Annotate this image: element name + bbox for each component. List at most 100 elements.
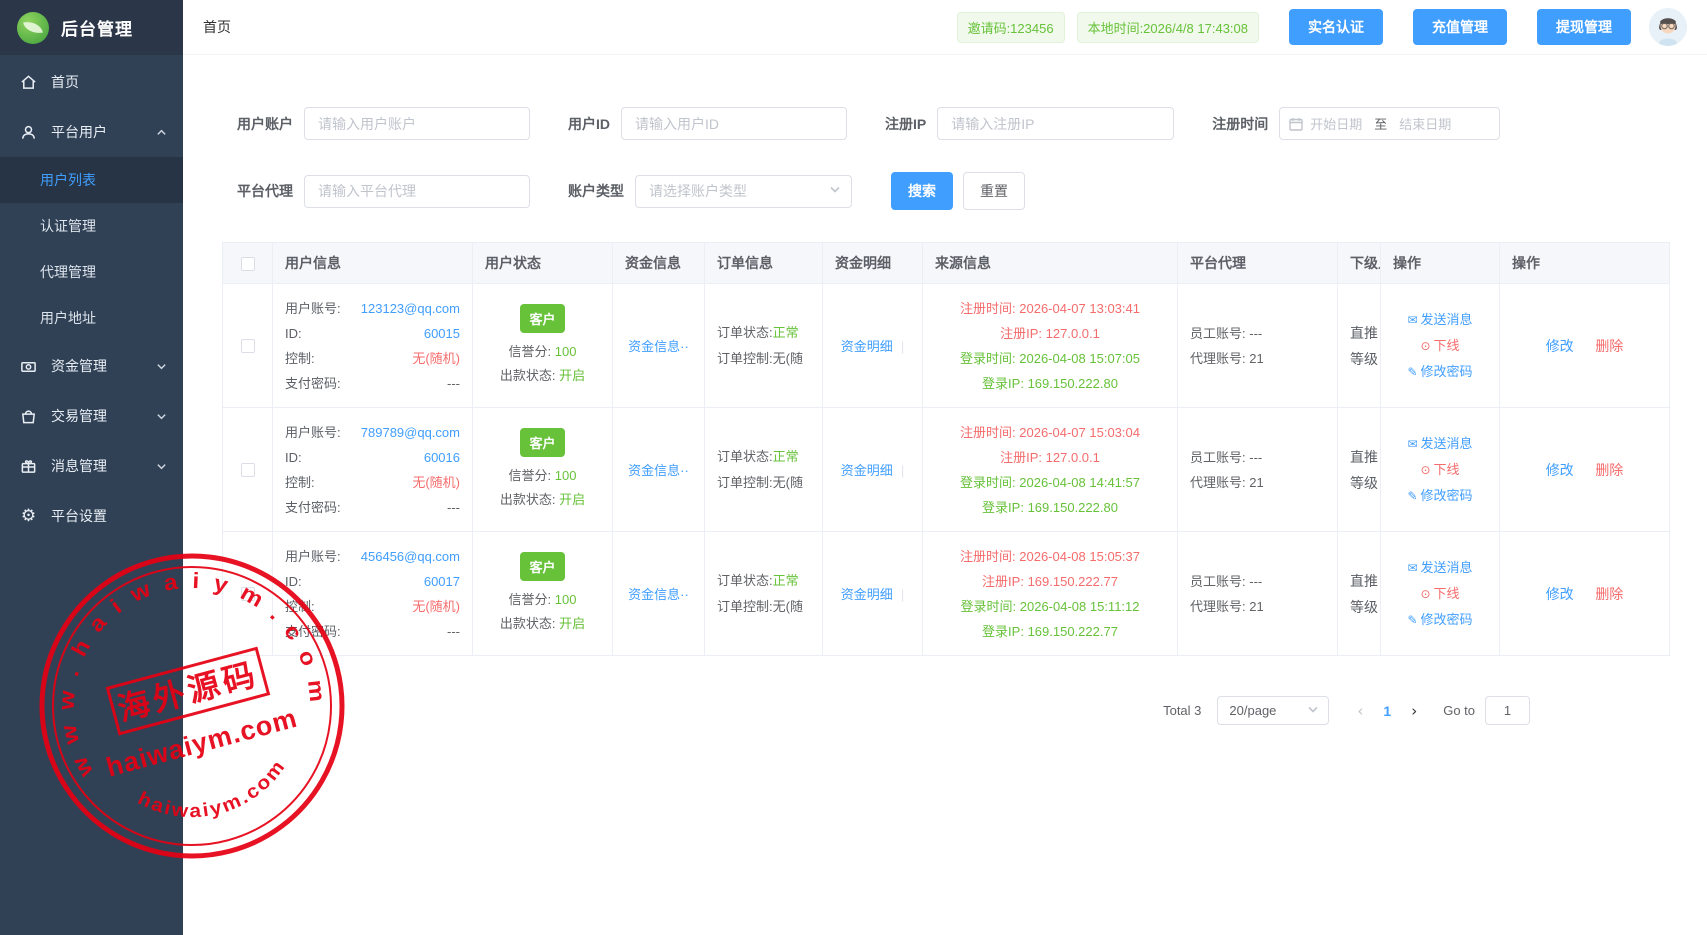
send-message-link[interactable]: ✉发送消息 — [1407, 436, 1472, 451]
fund-info-link[interactable]: 资金信息·· — [628, 587, 689, 602]
userid-input[interactable] — [621, 107, 847, 140]
home-icon — [20, 74, 37, 91]
prev-page-button[interactable]: ‹ — [1347, 702, 1373, 720]
platform-agent-label: 平台代理 — [237, 181, 293, 201]
edit-icon: ✎ — [1407, 365, 1417, 379]
offline-link[interactable]: ⊙下线 — [1420, 462, 1459, 477]
local-time-tag: 本地时间:2026/4/8 17:43:08 — [1077, 12, 1259, 43]
sidebar: 后台管理 首页 平台用户 用户列表 认证管理 代理管理 用户地址 资金管理 — [0, 0, 183, 935]
offline-icon: ⊙ — [1420, 587, 1430, 601]
regip-input[interactable] — [937, 107, 1174, 140]
delete-link[interactable]: 删除 — [1595, 586, 1623, 602]
change-password-link[interactable]: ✎修改密码 — [1407, 364, 1472, 379]
fund-info-link[interactable]: 资金信息·· — [628, 339, 689, 354]
gear-icon: ⚙ — [20, 508, 37, 525]
page-size-select[interactable]: 20/page — [1217, 696, 1329, 725]
delete-link[interactable]: 删除 — [1595, 338, 1623, 354]
sidebar-item-user-address[interactable]: 用户地址 — [0, 295, 183, 341]
current-page[interactable]: 1 — [1373, 703, 1401, 719]
col-actions-2: 操作 — [1500, 243, 1670, 284]
date-range-picker[interactable]: 开始日期 至 结束日期 — [1279, 107, 1500, 140]
customer-badge: 客户 — [520, 428, 564, 457]
select-all-checkbox[interactable] — [241, 257, 255, 271]
avatar[interactable] — [1649, 8, 1687, 46]
fund-detail-link[interactable]: 资金明细 — [841, 587, 893, 602]
row-checkbox[interactable] — [241, 587, 255, 601]
delete-link[interactable]: 删除 — [1595, 462, 1623, 478]
bag-icon — [20, 408, 37, 425]
pagination: Total 3 20/page ‹ 1 › Go to — [183, 696, 1530, 725]
user-account-link[interactable]: 123123@qq.com — [361, 296, 460, 321]
topbar: 首页 邀请码:123456 本地时间:2026/4/8 17:43:08 实名认… — [183, 0, 1707, 55]
col-user-info: 用户信息 — [273, 243, 473, 284]
send-message-link[interactable]: ✉发送消息 — [1407, 312, 1472, 327]
invite-code-tag: 邀请码:123456 — [957, 12, 1065, 43]
sidebar-item-funds[interactable]: 资金管理 — [0, 341, 183, 391]
change-password-link[interactable]: ✎修改密码 — [1407, 488, 1472, 503]
sidebar-item-settings[interactable]: ⚙ 平台设置 — [0, 491, 183, 541]
goto-label: Go to — [1443, 703, 1475, 718]
app-logo: 后台管理 — [0, 0, 183, 55]
chevron-up-icon — [156, 127, 167, 138]
userid-label: 用户ID — [568, 114, 610, 134]
offline-icon: ⊙ — [1420, 339, 1430, 353]
withdraw-mgmt-button[interactable]: 提现管理 — [1537, 9, 1631, 45]
control-value: 无(随机) — [412, 470, 460, 495]
change-password-link[interactable]: ✎修改密码 — [1407, 612, 1472, 627]
fund-detail-link[interactable]: 资金明细 — [841, 339, 893, 354]
fund-info-link[interactable]: 资金信息·· — [628, 463, 689, 478]
account-input[interactable] — [304, 107, 530, 140]
regtime-label: 注册时间 — [1212, 114, 1268, 134]
edit-link[interactable]: 修改 — [1546, 338, 1574, 354]
search-button[interactable]: 搜索 — [891, 172, 953, 210]
mail-icon: ✉ — [1407, 561, 1417, 575]
row-checkbox[interactable] — [241, 463, 255, 477]
money-icon — [20, 358, 37, 375]
sidebar-item-messages[interactable]: 消息管理 — [0, 441, 183, 491]
offline-link[interactable]: ⊙下线 — [1420, 338, 1459, 353]
next-page-button[interactable]: › — [1401, 702, 1427, 720]
realname-auth-button[interactable]: 实名认证 — [1289, 9, 1383, 45]
edit-icon: ✎ — [1407, 489, 1417, 503]
col-fund-info: 资金信息 — [613, 243, 705, 284]
user-account-link[interactable]: 789789@qq.com — [361, 420, 460, 445]
date-separator: 至 — [1374, 114, 1387, 133]
sidebar-item-auth-mgmt[interactable]: 认证管理 — [0, 203, 183, 249]
col-actions: 操作 — [1381, 243, 1500, 284]
account-type-select[interactable]: 请选择账户类型 — [635, 175, 852, 208]
breadcrumb[interactable]: 首页 — [203, 17, 231, 37]
mail-icon: ✉ — [1407, 437, 1417, 451]
send-message-link[interactable]: ✉发送消息 — [1407, 560, 1472, 575]
sidebar-item-platform-users[interactable]: 平台用户 — [0, 107, 183, 157]
pay-password-value: --- — [447, 495, 460, 520]
chevron-down-icon — [156, 361, 167, 372]
user-account-link[interactable]: 456456@qq.com — [361, 544, 460, 569]
col-fund-detail: 资金明细 — [823, 243, 923, 284]
fund-detail-link[interactable]: 资金明细 — [841, 463, 893, 478]
main-content: 用户账户 用户ID 注册IP 注册时间 开始日期 至 结束日期 — [183, 55, 1707, 935]
account-label: 用户账户 — [237, 114, 293, 134]
edit-icon: ✎ — [1407, 613, 1417, 627]
pay-password-value: --- — [447, 619, 460, 644]
chevron-down-icon — [156, 461, 167, 472]
goto-page-input[interactable] — [1485, 696, 1530, 725]
user-icon — [20, 124, 37, 141]
reset-button[interactable]: 重置 — [963, 172, 1025, 210]
recharge-mgmt-button[interactable]: 充值管理 — [1413, 9, 1507, 45]
table-row: 用户账号:456456@qq.com ID:60017 控制:无(随机) 支付密… — [223, 532, 1670, 656]
row-checkbox[interactable] — [241, 339, 255, 353]
offline-link[interactable]: ⊙下线 — [1420, 586, 1459, 601]
mail-icon: ✉ — [1407, 313, 1417, 327]
search-form: 用户账户 用户ID 注册IP 注册时间 开始日期 至 结束日期 — [183, 55, 1707, 210]
user-table: 用户信息 用户状态 资金信息 订单信息 资金明细 来源信息 平台代理 下级人数 … — [222, 242, 1670, 656]
sidebar-item-user-list[interactable]: 用户列表 — [0, 157, 183, 203]
platform-agent-input[interactable] — [304, 175, 530, 208]
sidebar-item-home[interactable]: 首页 — [0, 57, 183, 107]
edit-link[interactable]: 修改 — [1546, 462, 1574, 478]
col-platform-agent: 平台代理 — [1178, 243, 1338, 284]
sidebar-item-trade[interactable]: 交易管理 — [0, 391, 183, 441]
edit-link[interactable]: 修改 — [1546, 586, 1574, 602]
sidebar-item-agent-mgmt[interactable]: 代理管理 — [0, 249, 183, 295]
user-id: 60015 — [424, 321, 460, 346]
chevron-down-icon — [829, 182, 841, 200]
